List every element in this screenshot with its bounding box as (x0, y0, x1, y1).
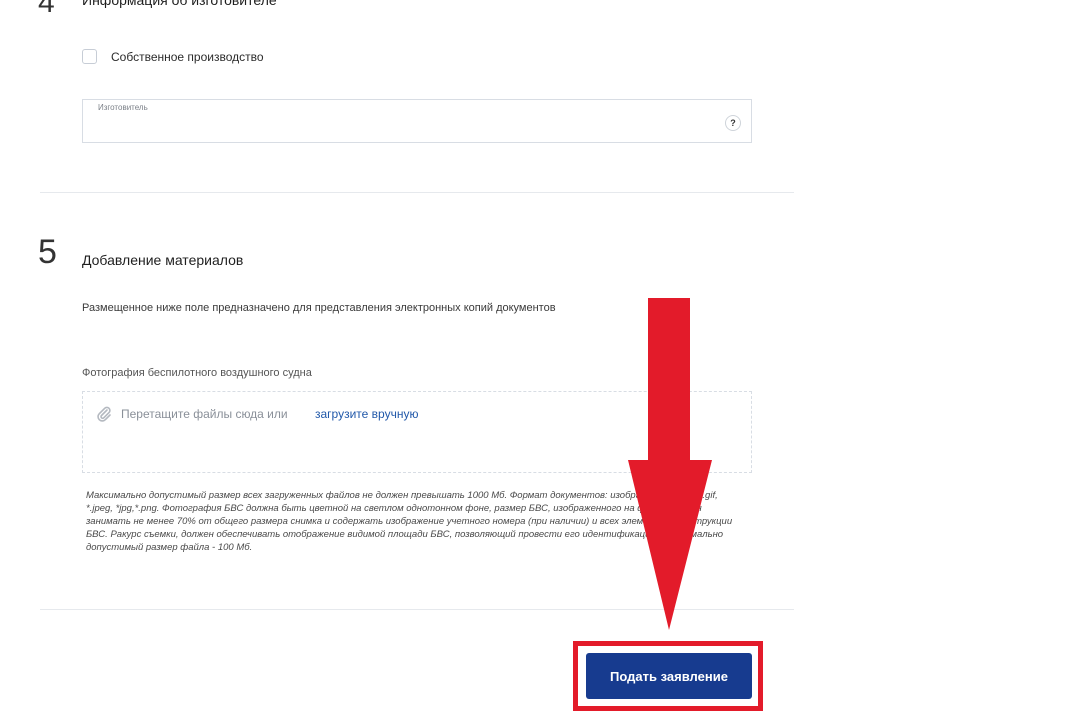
upload-caption: Фотография беспилотного воздушного судна (82, 367, 312, 379)
manufacturer-field-label: Изготовитель (98, 103, 148, 112)
submit-application-button[interactable]: Подать заявление (586, 653, 752, 699)
own-production-label: Собственное производство (111, 49, 264, 64)
down-arrow-icon (628, 298, 712, 630)
upload-manually-link[interactable]: загрузите вручную (315, 407, 418, 421)
manufacturer-field[interactable]: Изготовитель ? (82, 99, 752, 143)
section-5-number: 5 (38, 233, 57, 271)
section-divider (40, 192, 794, 193)
own-production-checkbox[interactable] (82, 49, 97, 64)
section-4-number: 4 (38, 0, 55, 19)
own-production-row[interactable]: Собственное производство (82, 49, 264, 64)
question-circle-icon[interactable]: ? (725, 115, 741, 131)
section-5-description: Размещенное ниже поле предназначено для … (82, 302, 556, 314)
section-4-title: Информация об изготовителе (82, 0, 277, 8)
paperclip-icon (97, 406, 111, 422)
dropzone-text: Перетащите файлы сюда или (121, 407, 288, 421)
section-5-title: Добавление материалов (82, 252, 244, 268)
manufacturer-input[interactable] (97, 118, 701, 140)
